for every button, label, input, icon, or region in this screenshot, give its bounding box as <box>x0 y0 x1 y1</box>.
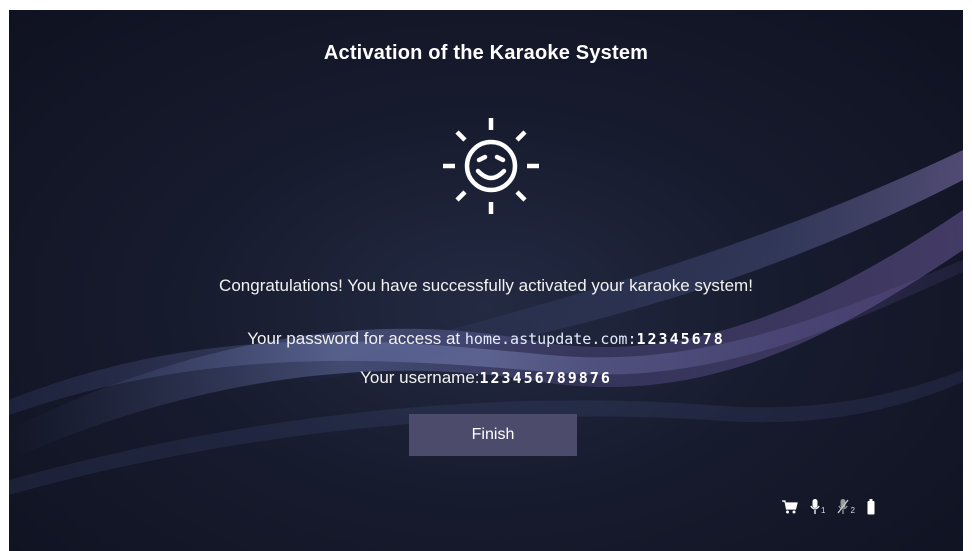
cart-icon <box>782 500 798 514</box>
username-line: Your username:123456789876 <box>9 368 963 388</box>
finish-button[interactable]: Finish <box>409 414 577 456</box>
page-title: Activation of the Karaoke System <box>323 42 649 64</box>
activation-screen: Activation of the Karaoke System Congrat… <box>9 10 963 551</box>
password-label: Your password for access at <box>247 329 461 348</box>
password-line: Your password for access at home.astupda… <box>9 329 963 349</box>
mic1-index: 1 <box>821 506 826 515</box>
smiling-sun-icon <box>443 118 539 214</box>
access-url: home.astupdate.com: <box>464 330 637 348</box>
microphone-muted-icon: 2 <box>837 499 855 515</box>
battery-icon <box>867 499 875 515</box>
success-message: Congratulations! You have successfully a… <box>219 276 753 295</box>
status-bar: 1 2 <box>782 498 875 516</box>
password-value: 12345678 <box>636 330 725 348</box>
username-value: 123456789876 <box>479 369 612 387</box>
username-label: Your username: <box>360 368 480 387</box>
microphone-icon: 1 <box>810 499 825 515</box>
mic2-index: 2 <box>850 506 855 515</box>
